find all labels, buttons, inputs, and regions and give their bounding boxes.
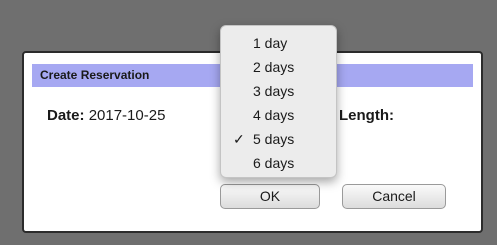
date-value: 2017-10-25 <box>88 107 166 124</box>
date-label: Date: <box>47 107 85 124</box>
length-option-3-days[interactable]: 3 days <box>221 79 336 103</box>
length-option-5-days[interactable]: ✓ 5 days <box>221 127 336 151</box>
option-label: 1 day <box>253 35 288 51</box>
length-dropdown-menu[interactable]: 1 day 2 days 3 days 4 days ✓ 5 days 6 da… <box>220 25 337 178</box>
cancel-button[interactable]: Cancel <box>342 184 446 209</box>
date-row: Date: 2017-10-25 <box>47 107 165 124</box>
length-label: Length: <box>339 107 394 124</box>
length-option-4-days[interactable]: 4 days <box>221 103 336 127</box>
option-label: 5 days <box>253 131 295 147</box>
checkmark-icon: ✓ <box>233 131 245 147</box>
option-label: 4 days <box>253 107 295 123</box>
option-label: 3 days <box>253 83 295 99</box>
option-label: 6 days <box>253 155 295 171</box>
ok-button[interactable]: OK <box>220 184 320 209</box>
length-option-1-day[interactable]: 1 day <box>221 31 336 55</box>
length-option-6-days[interactable]: 6 days <box>221 151 336 175</box>
option-label: 2 days <box>253 59 295 75</box>
length-option-2-days[interactable]: 2 days <box>221 55 336 79</box>
